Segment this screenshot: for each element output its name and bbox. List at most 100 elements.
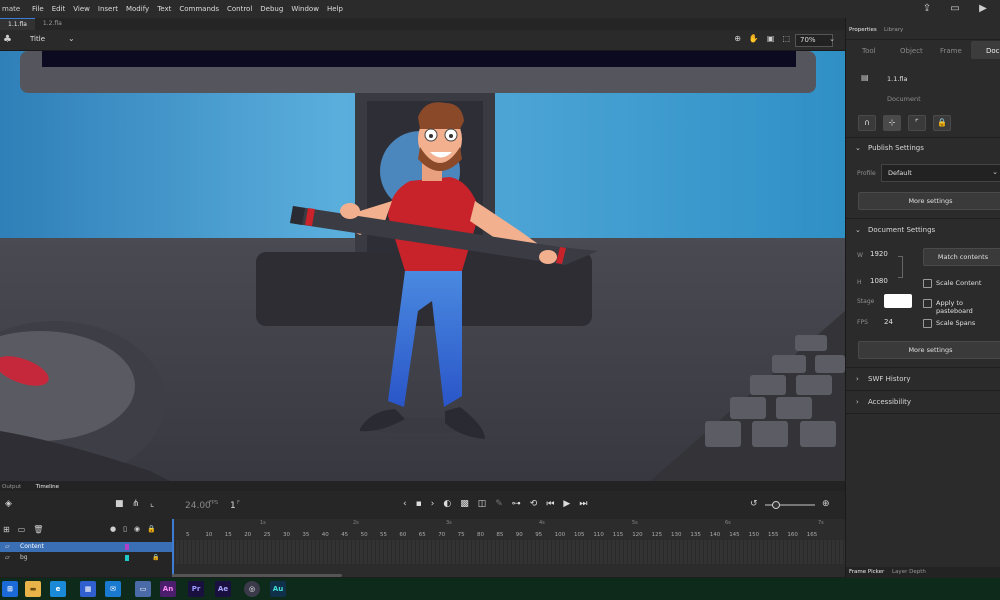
chevron-down-icon[interactable]: ⌄ bbox=[855, 144, 861, 152]
width-value[interactable]: 1920 bbox=[870, 250, 888, 258]
after-effects-app-icon[interactable]: Ae bbox=[215, 581, 231, 597]
doc-tab-1[interactable]: 1.1.fla bbox=[0, 17, 35, 31]
onion-skin-icon[interactable]: ◐ bbox=[443, 499, 451, 509]
profile-dropdown[interactable]: Default ⌄ bbox=[881, 164, 1000, 182]
graph-icon[interactable]: ⌞ bbox=[150, 499, 154, 509]
windows-start-icon[interactable]: ⊞ bbox=[2, 581, 18, 597]
highlight-icon[interactable]: ● bbox=[110, 525, 116, 533]
last-frame-icon[interactable]: ⏭ bbox=[579, 499, 587, 509]
snap-icon[interactable]: ⊹ bbox=[883, 115, 901, 131]
new-layer-icon[interactable]: ⊞ bbox=[3, 525, 10, 534]
chevron-down-icon[interactable]: ⌄ bbox=[68, 34, 75, 43]
prop-tab-tool[interactable]: Tool bbox=[862, 47, 876, 55]
prop-tab-frame[interactable]: Frame bbox=[940, 47, 962, 55]
fps-value[interactable]: 24 bbox=[884, 318, 893, 326]
brush-icon[interactable]: ✎ bbox=[495, 499, 503, 509]
tab-timeline[interactable]: Timeline bbox=[36, 484, 59, 490]
layer-name[interactable]: Content bbox=[20, 543, 44, 550]
magnet-icon[interactable]: ∩ bbox=[858, 115, 876, 131]
menu-help[interactable]: Help bbox=[327, 5, 343, 13]
stage-color-swatch[interactable] bbox=[884, 294, 912, 308]
tab-frame-picker[interactable]: Frame Picker bbox=[849, 569, 884, 575]
timeline-scrollbar[interactable] bbox=[172, 574, 342, 577]
menu-insert[interactable]: Insert bbox=[98, 5, 118, 13]
document-settings-title[interactable]: Document Settings bbox=[868, 226, 935, 234]
outline-icon[interactable]: ▯ bbox=[123, 525, 127, 533]
tab-library[interactable]: Library bbox=[884, 27, 903, 33]
layer-color[interactable] bbox=[125, 544, 129, 550]
reset-zoom-icon[interactable]: ↺ bbox=[750, 499, 758, 509]
menu-control[interactable]: Control bbox=[227, 5, 252, 13]
play-test-icon[interactable]: ▶ bbox=[976, 2, 990, 16]
layer-name[interactable]: bg bbox=[20, 554, 28, 561]
chevron-right-icon[interactable]: › bbox=[856, 375, 859, 383]
apply-pasteboard-checkbox[interactable] bbox=[923, 299, 932, 308]
onion-outline-icon[interactable]: ▩ bbox=[460, 499, 469, 509]
share-icon[interactable]: ⇪ bbox=[920, 2, 934, 16]
tab-output[interactable]: Output bbox=[2, 484, 21, 490]
swf-history-title[interactable]: SWF History bbox=[868, 375, 911, 383]
menu-debug[interactable]: Debug bbox=[260, 5, 283, 13]
document-more-settings-button[interactable]: More settings bbox=[858, 341, 1000, 359]
audition-app-icon[interactable]: Au bbox=[270, 581, 286, 597]
zoom-in-icon[interactable]: ⊕ bbox=[822, 499, 830, 509]
menu-window[interactable]: Window bbox=[291, 5, 319, 13]
play-icon[interactable]: ▶ bbox=[563, 499, 570, 509]
calendar-icon[interactable]: ▦ bbox=[80, 581, 96, 597]
chevron-down-icon[interactable]: ⌄ bbox=[855, 226, 861, 234]
zoom-field[interactable]: 70% bbox=[795, 34, 833, 47]
edge-icon[interactable]: e bbox=[50, 581, 66, 597]
menu-commands[interactable]: Commands bbox=[179, 5, 219, 13]
visibility-icon[interactable]: ◉ bbox=[134, 525, 140, 533]
menu-text[interactable]: Text bbox=[157, 5, 171, 13]
layer-color[interactable] bbox=[125, 555, 129, 561]
prop-tab-object[interactable]: Object bbox=[900, 47, 923, 55]
prev-icon[interactable]: ‹ bbox=[403, 499, 407, 509]
menu-view[interactable]: View bbox=[73, 5, 90, 13]
height-value[interactable]: 1080 bbox=[870, 277, 888, 285]
layer-row[interactable]: ▱ bg 🔒 bbox=[0, 553, 172, 563]
edit-symbols-icon[interactable]: ✋ bbox=[749, 34, 759, 43]
browser-icon[interactable]: ◎ bbox=[244, 581, 260, 597]
animate-app-icon[interactable]: An bbox=[160, 581, 176, 597]
mail-icon[interactable]: ✉ bbox=[105, 581, 121, 597]
panel-toggle-icon[interactable]: ▭ bbox=[948, 2, 962, 16]
scene-name[interactable]: Title bbox=[30, 35, 45, 43]
next-icon[interactable]: › bbox=[431, 499, 435, 509]
tab-layer-depth[interactable]: Layer Depth bbox=[892, 569, 926, 575]
scene-icon[interactable]: ♣ bbox=[3, 34, 12, 45]
scale-content-checkbox[interactable] bbox=[923, 279, 932, 288]
edit-multiple-icon[interactable]: ◫ bbox=[478, 499, 487, 509]
lock-icon[interactable]: 🔒 bbox=[933, 115, 951, 131]
file-explorer-icon[interactable]: ▬ bbox=[25, 581, 41, 597]
corner-icon[interactable]: ⌜ bbox=[908, 115, 926, 131]
prop-tab-doc[interactable]: Doc bbox=[986, 47, 1000, 55]
layers-icon[interactable]: ◈ bbox=[5, 499, 12, 509]
frame-value[interactable]: 1 bbox=[230, 501, 236, 511]
menu-modify[interactable]: Modify bbox=[126, 5, 149, 13]
publish-settings-title[interactable]: Publish Settings bbox=[868, 144, 924, 152]
publish-more-settings-button[interactable]: More settings bbox=[858, 192, 1000, 210]
timeline-zoom-handle[interactable] bbox=[772, 501, 780, 509]
stage-canvas[interactable] bbox=[0, 51, 845, 481]
new-folder-icon[interactable]: ▭ bbox=[18, 525, 26, 534]
delete-layer-icon[interactable]: 🗑 bbox=[33, 525, 43, 534]
frame-cells[interactable] bbox=[172, 540, 845, 564]
center-stage-icon[interactable]: ⊕ bbox=[734, 34, 741, 43]
layer-row[interactable]: ▱ Content bbox=[0, 542, 172, 552]
fit-icon[interactable]: ⬚ bbox=[782, 34, 790, 43]
clip-icon[interactable]: ▣ bbox=[767, 34, 775, 43]
premiere-app-icon[interactable]: Pr bbox=[188, 581, 204, 597]
tab-properties[interactable]: Properties bbox=[849, 27, 877, 33]
link-icon[interactable]: ⊶ bbox=[512, 499, 521, 509]
stop-icon[interactable]: ▪ bbox=[416, 499, 422, 509]
timeline-frames[interactable]: 1s 2s 3s 4s 5s 6s 7s 5 10 15 20 25 30 35 40 45 50 55 60 65… bbox=[172, 519, 845, 577]
lock-icon[interactable]: 🔒 bbox=[152, 554, 159, 561]
match-contents-button[interactable]: Match contents bbox=[923, 248, 1000, 266]
camera-icon[interactable]: ■ bbox=[115, 499, 124, 509]
fps-value[interactable]: 24.00 bbox=[185, 501, 211, 511]
accessibility-title[interactable]: Accessibility bbox=[868, 398, 911, 406]
chevron-right-icon[interactable]: › bbox=[856, 398, 859, 406]
playhead[interactable] bbox=[172, 519, 174, 577]
monitor-icon[interactable]: ▭ bbox=[135, 581, 151, 597]
